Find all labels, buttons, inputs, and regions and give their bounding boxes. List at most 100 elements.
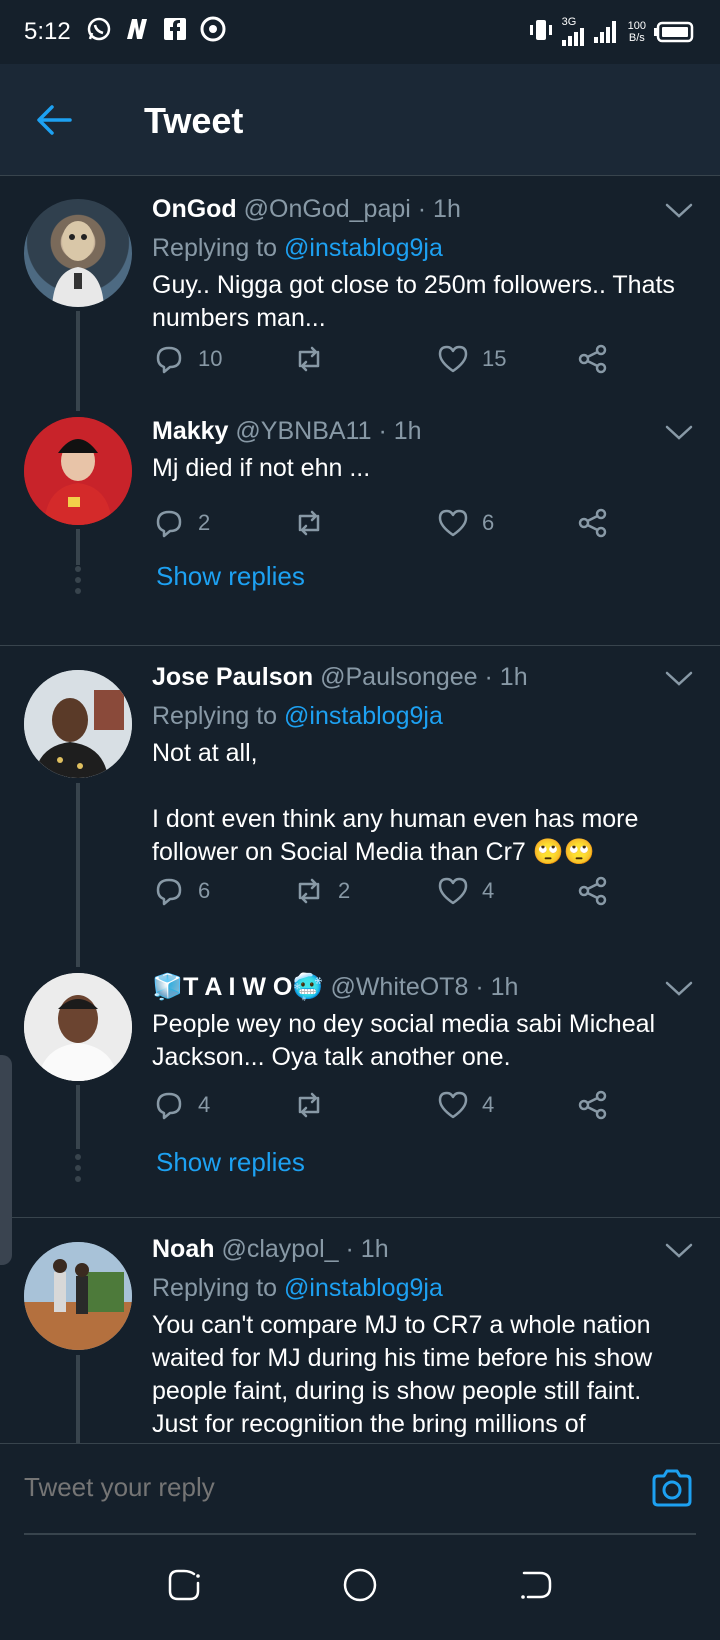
tweet-actions: 6 2 4 [152,871,622,911]
share-icon [578,1090,607,1120]
share-button[interactable] [576,1085,610,1125]
heart-icon [438,509,468,537]
avatar[interactable] [24,199,132,307]
like-button[interactable]: 6 [436,503,494,543]
chevron-down-icon[interactable] [664,423,694,443]
system-nav-bar [0,1535,720,1640]
avatar-image [52,221,104,307]
share-icon [578,508,607,538]
author-name[interactable]: 🧊T A I W O🥶 [152,973,324,1001]
reply-count: 2 [198,510,211,535]
avatar[interactable] [24,973,132,1081]
speed-value: 100 [627,19,646,32]
reply-button[interactable]: 10 [152,339,222,379]
mention-link[interactable]: @instablog9ja [284,1274,443,1302]
author-name[interactable]: Noah [152,1235,215,1263]
heart-icon [438,1091,468,1119]
more-replies-dots [75,1154,81,1182]
retweet-button[interactable] [292,1085,338,1125]
more-replies-dots [75,566,81,594]
retweet-icon [298,346,320,372]
reply-input[interactable] [24,1472,584,1503]
reply-icon [156,346,182,374]
mention-link[interactable]: @instablog9ja [284,702,443,730]
replies-feed[interactable]: OnGod @OnGod_papi · 1h Replying to @inst… [0,177,720,1443]
tweet-text: Guy.. Nigga got close to 250m followers.… [152,271,682,332]
author-handle: @YBNBA11 [235,417,372,445]
app-header: Tweet [0,64,720,176]
replying-label: Replying to [152,234,278,262]
heart-icon [438,877,468,905]
reply-count: 6 [198,878,211,903]
retweet-icon [298,1092,320,1118]
thread-line [76,529,80,565]
battery-icon [654,21,694,42]
show-replies-link[interactable]: Show replies [156,561,305,592]
author-name[interactable]: OnGod [152,195,237,223]
status-time: 5:12 [24,18,71,45]
share-icon [578,876,607,906]
like-count: 15 [482,346,507,371]
like-button[interactable]: 15 [436,339,506,379]
avatar[interactable] [24,1242,132,1350]
like-count: 4 [482,878,495,903]
author-name[interactable]: Jose Paulson [152,663,313,691]
share-icon [578,344,607,374]
back-arrow-icon[interactable] [34,100,74,140]
share-button[interactable] [576,339,610,379]
chrome-icon [200,16,226,42]
tweet-time: · 1h [475,973,519,1001]
mention-link[interactable]: @instablog9ja [284,234,443,262]
signal-icon-1 [561,28,584,46]
chevron-down-icon[interactable] [664,1241,694,1261]
like-count: 4 [482,1092,495,1117]
camera-icon[interactable] [650,1466,694,1510]
vibrate-icon [528,16,554,47]
recent-apps-icon[interactable] [164,1565,204,1605]
tweet-actions: 4 4 [152,1085,622,1125]
edge-panel-handle[interactable] [0,1055,12,1265]
thread-line [76,783,80,967]
n-app-icon [124,16,150,42]
chevron-down-icon[interactable] [664,979,694,999]
tweet-text: People wey no dey social media sabi Mich… [152,1010,663,1071]
thread-line [76,1355,80,1443]
network-type: 3G [561,16,577,28]
home-icon[interactable] [340,1565,380,1605]
show-replies-link[interactable]: Show replies [156,1147,305,1178]
retweet-icon [298,510,320,536]
whatsapp-icon [86,16,112,42]
replying-label: Replying to [152,1274,278,1302]
reply-icon [156,510,182,538]
retweet-icon [298,878,320,904]
divider [0,1217,720,1218]
replying-label: Replying to [152,702,278,730]
divider [0,645,720,646]
retweet-button[interactable]: 2 [292,871,350,911]
reply-button[interactable]: 4 [152,1085,210,1125]
share-button[interactable] [576,503,610,543]
tweet-text: Mj died if not ehn ... [152,454,371,482]
tweet-time: · 1h [378,417,422,445]
avatar-image [24,1242,132,1350]
signal-icon-2 [593,20,616,43]
thread-line [76,311,80,411]
tweet-time: · 1h [417,195,461,223]
like-button[interactable]: 4 [436,871,494,911]
back-icon[interactable] [516,1565,556,1605]
chevron-down-icon[interactable] [664,669,694,689]
like-button[interactable]: 4 [436,1085,494,1125]
avatar[interactable] [24,670,132,778]
reply-button[interactable]: 2 [152,503,210,543]
author-handle: @OnGod_papi [243,195,411,223]
tweet-text: You can't compare MJ to CR7 a whole nati… [152,1311,653,1438]
avatar[interactable] [24,417,132,525]
share-button[interactable] [576,871,610,911]
author-name[interactable]: Makky [152,417,228,445]
retweet-button[interactable] [292,339,338,379]
chevron-down-icon[interactable] [664,201,694,221]
retweet-button[interactable] [292,503,338,543]
tweet-time: · 1h [484,663,528,691]
system-indicators: 3G 100 B/s [528,16,694,47]
reply-button[interactable]: 6 [152,871,210,911]
